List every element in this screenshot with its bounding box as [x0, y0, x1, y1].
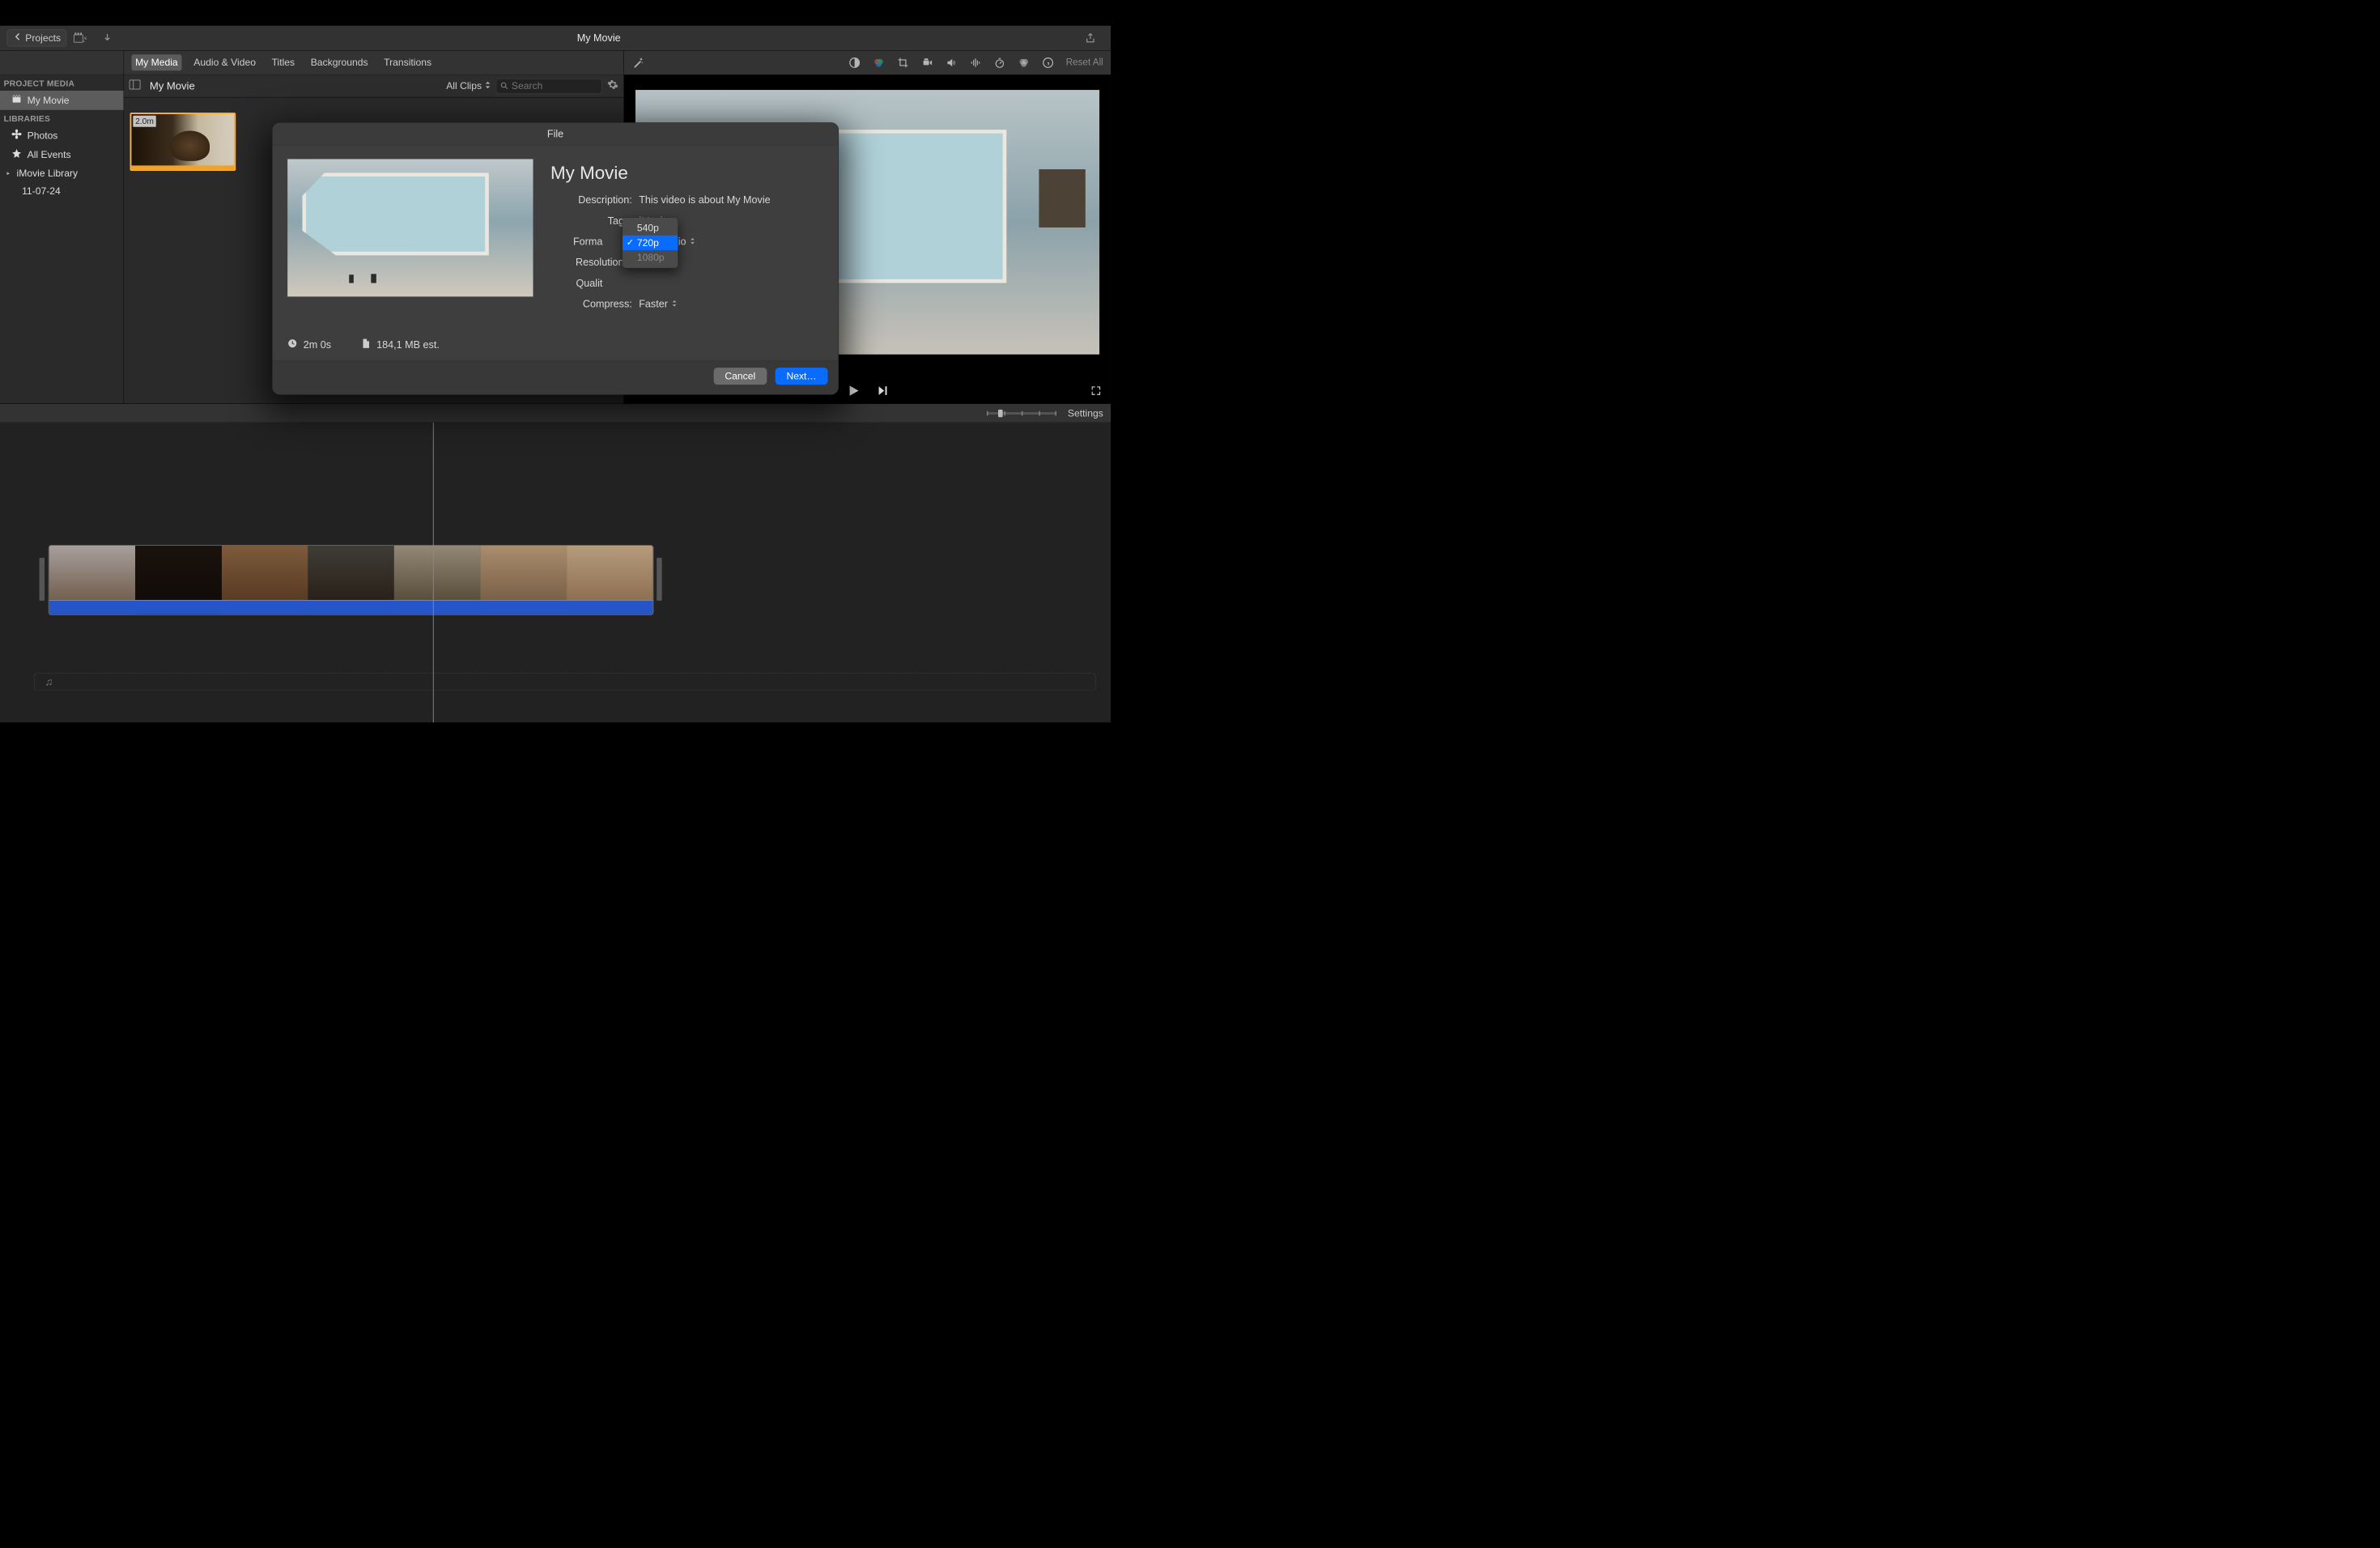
file-icon: [361, 338, 370, 351]
tab-audio-video[interactable]: Audio & Video: [190, 54, 260, 70]
media-tabs: My Media Audio & Video Titles Background…: [124, 51, 623, 75]
left-sidebar: PROJECT MEDIA My Movie LIBRARIES Photos …: [0, 51, 124, 404]
sidebar-item-photos[interactable]: Photos: [0, 125, 124, 145]
sidebar-item-imovie-library[interactable]: iMovie Library: [0, 164, 124, 182]
timeline[interactable]: ♫: [0, 423, 1111, 723]
cancel-button[interactable]: Cancel: [713, 368, 767, 385]
download-icon[interactable]: [100, 32, 114, 45]
music-track[interactable]: ♫: [34, 674, 1095, 691]
star-icon: [11, 148, 22, 161]
chevron-updown-icon: [690, 236, 695, 247]
reset-all-button[interactable]: Reset All: [1066, 57, 1103, 68]
sidebar-item-my-movie[interactable]: My Movie: [0, 91, 124, 110]
tab-transitions[interactable]: Transitions: [380, 54, 435, 70]
projects-label: Projects: [25, 32, 61, 44]
modal-preview-image: [287, 159, 533, 296]
filter-icon[interactable]: [1018, 56, 1031, 69]
media-header: My Movie All Clips: [124, 74, 623, 97]
share-icon[interactable]: [1083, 32, 1097, 45]
speed-icon[interactable]: [993, 56, 1006, 69]
sidebar-label: Photos: [28, 130, 58, 141]
sidebar-toggle-icon[interactable]: [130, 79, 141, 91]
timeline-clip[interactable]: [49, 545, 654, 615]
compress-select[interactable]: Faster: [639, 298, 677, 309]
sidebar-header-project-media: PROJECT MEDIA: [0, 74, 124, 91]
description-label: Description:: [556, 194, 640, 206]
music-note-icon: ♫: [45, 676, 53, 688]
app-title: My Movie: [577, 32, 621, 44]
fullscreen-icon[interactable]: [1090, 385, 1102, 398]
projects-back-button[interactable]: Projects: [6, 29, 66, 46]
import-media-icon[interactable]: ♪: [74, 32, 87, 45]
dropdown-option-540p[interactable]: 540p: [623, 221, 678, 236]
filter-label: All Clips: [446, 80, 482, 91]
checkmark-icon: ✓: [627, 237, 634, 249]
tab-my-media[interactable]: My Media: [131, 54, 181, 70]
modal-preview: 2m 0s 184,1 MB est.: [287, 159, 533, 351]
clapboard-icon: [11, 94, 22, 107]
next-button[interactable]: Next…: [775, 368, 827, 385]
dropdown-option-1080p: 1080p: [623, 250, 678, 265]
export-file-modal: File 2m 0s 184,1 MB est.: [272, 122, 839, 394]
stabilize-icon[interactable]: [921, 56, 934, 69]
sidebar-label: All Events: [28, 149, 71, 160]
dropdown-option-label: 720p: [637, 237, 659, 249]
media-clip-thumbnail[interactable]: 2.0m: [130, 113, 236, 171]
sidebar-label: My Movie: [28, 95, 70, 106]
color-correction-icon[interactable]: [873, 56, 886, 69]
duration-value: 2m 0s: [304, 339, 331, 351]
clock-icon: [287, 338, 297, 351]
sidebar-item-all-events[interactable]: All Events: [0, 145, 124, 164]
clip-trim-handle-left[interactable]: [40, 558, 45, 601]
crop-icon[interactable]: [897, 56, 910, 69]
format-label: Forma: [556, 236, 610, 247]
search-input[interactable]: [496, 79, 602, 94]
media-title: My Movie: [150, 80, 195, 92]
info-icon[interactable]: [1042, 56, 1055, 69]
top-toolbar: Projects ♪ My Movie: [0, 26, 1111, 51]
disclosure-triangle-icon[interactable]: [6, 168, 11, 179]
resolution-label: Resolution: [556, 257, 631, 268]
clip-trim-handle-right[interactable]: [657, 558, 662, 601]
zoom-slider[interactable]: [987, 412, 1056, 415]
chevron-updown-icon: [485, 80, 491, 91]
audio-waveform: [49, 600, 653, 615]
compress-label: Compress:: [556, 298, 640, 309]
resolution-dropdown: 540p ✓ 720p 1080p: [623, 217, 678, 268]
preview-toolbar: Reset All: [624, 51, 1111, 75]
tab-backgrounds[interactable]: Backgrounds: [307, 54, 372, 70]
settings-button[interactable]: Settings: [1068, 407, 1103, 419]
quality-label: Qualit: [556, 278, 610, 289]
tab-titles[interactable]: Titles: [268, 54, 299, 70]
dropdown-option-720p[interactable]: ✓ 720p: [623, 236, 678, 250]
search-icon: [499, 81, 508, 92]
play-button[interactable]: [846, 383, 861, 401]
clip-duration-badge: 2.0m: [133, 116, 155, 127]
chevron-updown-icon: [672, 298, 678, 309]
chevron-left-icon: [12, 32, 23, 45]
flower-icon: [11, 129, 22, 142]
compress-value: Faster: [639, 298, 668, 309]
volume-icon[interactable]: [945, 56, 958, 69]
magic-wand-icon[interactable]: [631, 56, 644, 69]
timeline-settings-bar: Settings: [0, 403, 1111, 422]
modal-movie-title: My Movie: [550, 163, 823, 184]
sidebar-item-date[interactable]: 11-07-24: [0, 182, 124, 200]
noise-reduction-icon[interactable]: [969, 56, 982, 69]
modal-title: File: [272, 123, 838, 146]
search-wrapper: [496, 79, 602, 94]
color-balance-icon[interactable]: [848, 56, 861, 69]
sidebar-header-libraries: LIBRARIES: [0, 110, 124, 126]
gear-icon[interactable]: [607, 79, 618, 93]
svg-text:♪: ♪: [84, 36, 87, 40]
filesize-value: 184,1 MB est.: [376, 339, 440, 351]
sidebar-label: 11-07-24: [22, 185, 61, 197]
next-frame-button[interactable]: [876, 384, 889, 399]
sidebar-label: iMovie Library: [17, 168, 79, 179]
clips-filter-dropdown[interactable]: All Clips: [446, 80, 491, 91]
description-value[interactable]: This video is about My Movie: [639, 194, 770, 206]
